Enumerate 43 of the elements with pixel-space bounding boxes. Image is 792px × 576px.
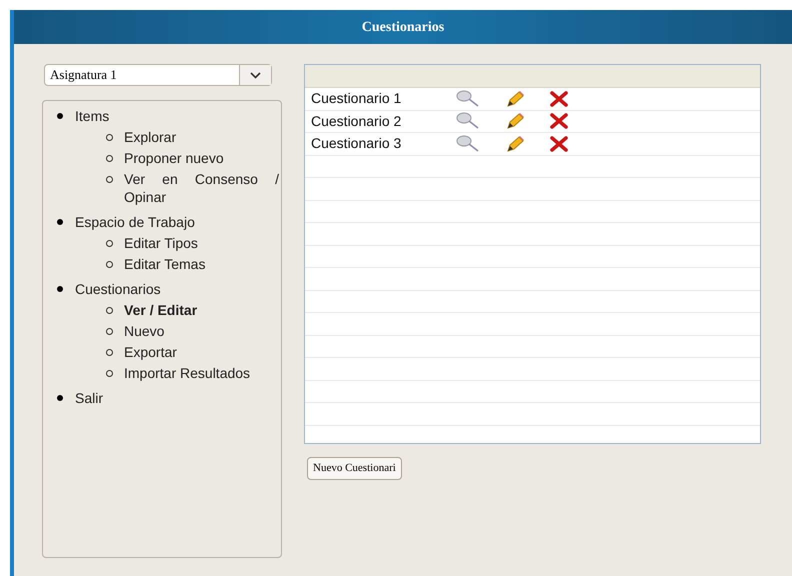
questionnaire-name: Cuestionario 3	[311, 134, 402, 154]
circle-bullet-icon	[106, 370, 113, 377]
questionnaire-name: Cuestionario 2	[311, 112, 402, 131]
pencil-icon[interactable]	[505, 90, 525, 108]
delete-icon[interactable]	[550, 136, 568, 152]
submenu-item[interactable]: Editar Tipos	[124, 234, 279, 252]
submenu-item[interactable]: Exportar	[124, 343, 279, 361]
submenu-item[interactable]: Ver en Consenso / Opinar	[124, 170, 279, 206]
magnifier-icon[interactable]	[455, 112, 481, 130]
circle-bullet-icon	[106, 155, 113, 162]
circle-bullet-icon	[106, 240, 113, 247]
submenu-item[interactable]: Editar Temas	[124, 255, 279, 273]
subject-select[interactable]: Asignatura 1	[44, 64, 272, 86]
menu-item[interactable]: Items	[75, 107, 110, 125]
pencil-icon[interactable]	[505, 112, 525, 130]
menu-item[interactable]: Salir	[75, 389, 104, 407]
submenu-item[interactable]: Proponer nuevo	[124, 149, 279, 167]
magnifier-icon[interactable]	[455, 134, 481, 153]
circle-bullet-icon	[106, 307, 113, 314]
bullet-icon	[57, 219, 63, 225]
bullet-icon	[57, 113, 63, 119]
submenu-item[interactable]: Nuevo	[124, 322, 279, 340]
delete-icon[interactable]	[550, 90, 568, 107]
circle-bullet-icon	[106, 349, 113, 356]
select-value: Asignatura 1	[49, 66, 118, 84]
submenu-item[interactable]: Ver / Editar	[124, 301, 279, 319]
bullet-icon	[57, 395, 63, 401]
bullet-icon	[57, 286, 63, 292]
circle-bullet-icon	[106, 176, 113, 183]
chevron-down-icon	[250, 72, 261, 78]
pencil-icon[interactable]	[505, 134, 525, 153]
circle-bullet-icon	[106, 134, 113, 141]
window-title: Cuestionarios	[362, 18, 444, 36]
magnifier-icon[interactable]	[455, 90, 481, 108]
submenu-item[interactable]: Importar Resultados	[124, 364, 279, 382]
submenu-item[interactable]: Explorar	[124, 128, 279, 146]
menu-item[interactable]: Espacio de Trabajo	[75, 213, 195, 231]
delete-icon[interactable]	[550, 113, 568, 130]
questionnaire-name: Cuestionario 1	[311, 89, 402, 108]
menu-item[interactable]: Cuestionarios	[75, 280, 161, 298]
circle-bullet-icon	[106, 261, 113, 268]
circle-bullet-icon	[106, 328, 113, 335]
new-questionnaire-button[interactable]: Nuevo Cuestionari	[307, 457, 402, 480]
